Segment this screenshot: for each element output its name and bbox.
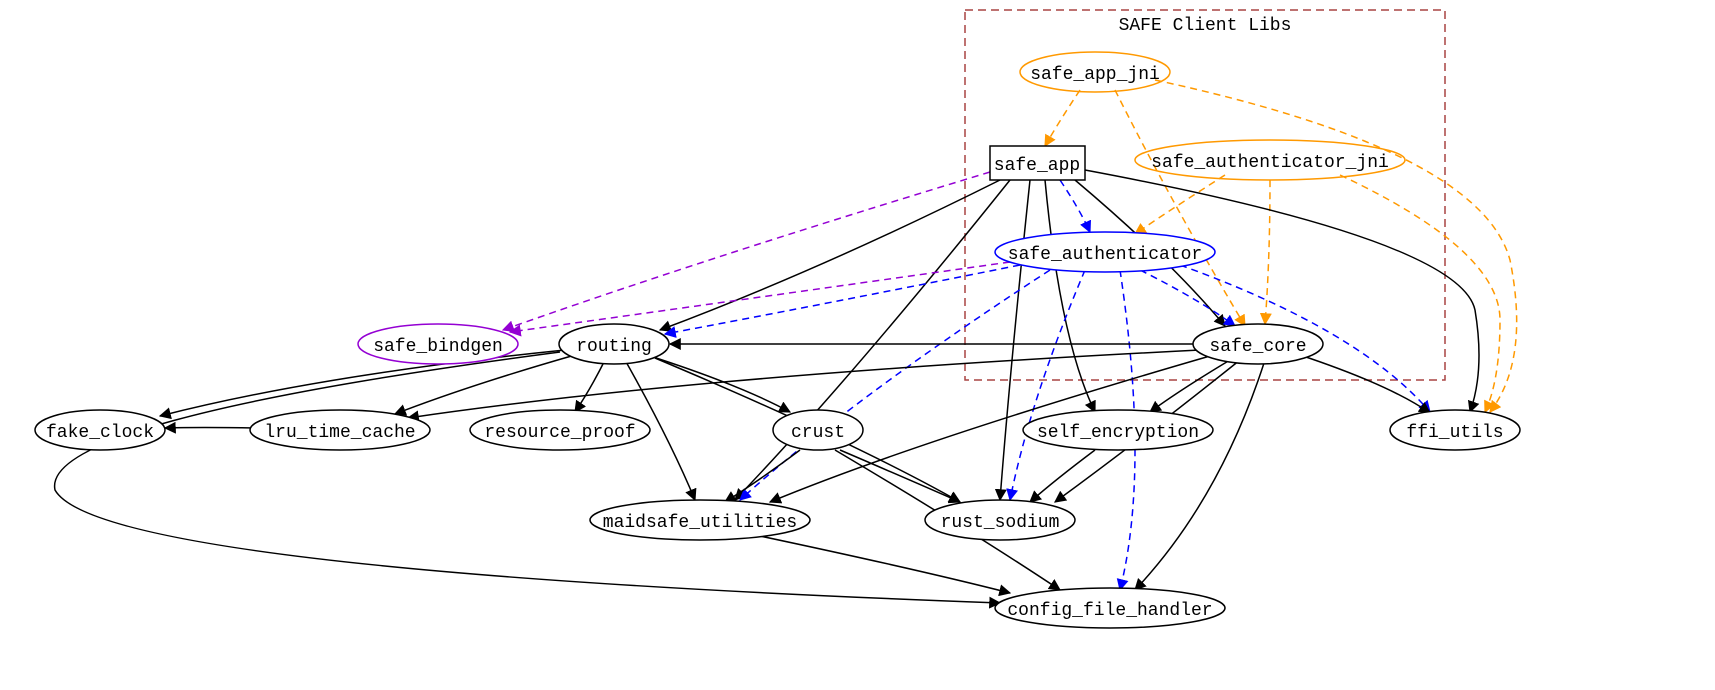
edge-self-encryption-to-rust-sodium	[1030, 450, 1095, 502]
edge-crust-to-rust-sodium	[840, 450, 960, 502]
edge-safe-authenticator-to-safe-core	[1140, 270, 1235, 326]
edge-safe-authenticator-jni-to-safe-core	[1265, 180, 1270, 324]
edge-routing-to-resource-proof	[575, 360, 605, 412]
label-rust-sodium: rust_sodium	[941, 513, 1060, 533]
label-safe-app: safe_app	[994, 156, 1080, 176]
label-routing: routing	[576, 337, 652, 357]
label-safe-authenticator: safe_authenticator	[1008, 245, 1202, 265]
label-crust: crust	[791, 423, 845, 443]
edge-safe-authenticator-to-safe-bindgen	[510, 262, 1010, 332]
label-resource-proof: resource_proof	[484, 423, 635, 443]
edge-safe-app-to-safe-bindgen	[503, 172, 990, 330]
label-safe-core: safe_core	[1209, 337, 1306, 357]
edge-safe-authenticator-to-routing	[665, 265, 1020, 334]
edge-safe-authenticator-jni-to-safe-authenticator	[1135, 175, 1225, 234]
label-safe-app-jni: safe_app_jni	[1030, 65, 1160, 85]
edge-safe-app-jni-to-safe-core	[1115, 90, 1245, 326]
edge-safe-authenticator-to-maidsafe-utilities	[740, 270, 1050, 500]
label-config-file-handler: config_file_handler	[1007, 601, 1212, 621]
edge-safe-app-to-rust-sodium	[1000, 180, 1030, 500]
edge-safe-core-to-config-file-handler	[1135, 360, 1265, 590]
edge-safe-app-to-self-encryption	[1045, 180, 1095, 412]
label-safe-authenticator-jni: safe_authenticator_jni	[1151, 153, 1389, 173]
edge-safe-app-jni-to-safe-app	[1045, 90, 1080, 146]
edge-safe-app-to-maidsafe-utilities	[735, 180, 1010, 500]
label-safe-bindgen: safe_bindgen	[373, 337, 503, 357]
label-lru-time-cache: lru_time_cache	[264, 423, 415, 443]
edge-safe-app-to-safe-authenticator	[1060, 180, 1090, 232]
edge-maidsafe-utilities-to-config-file-handler	[760, 536, 1010, 593]
edge-safe-authenticator-jni-to-ffi-utils	[1340, 175, 1500, 412]
edge-safe-core-to-ffi-utils	[1300, 355, 1430, 413]
cluster-label: SAFE Client Libs	[1119, 16, 1292, 36]
edge-safe-core-to-lru-time-cache	[408, 350, 1200, 418]
edge-lru-time-cache-to-fake-clock	[165, 428, 255, 429]
label-ffi-utils: ffi_utils	[1406, 423, 1503, 443]
label-self-encryption: self_encryption	[1037, 423, 1199, 443]
label-maidsafe-utilities: maidsafe_utilities	[603, 513, 797, 533]
edge-safe-core-to-self-encryption	[1150, 360, 1230, 412]
label-fake-clock: fake_clock	[46, 423, 154, 443]
edge-routing-to-config-file-handler	[55, 352, 1000, 603]
